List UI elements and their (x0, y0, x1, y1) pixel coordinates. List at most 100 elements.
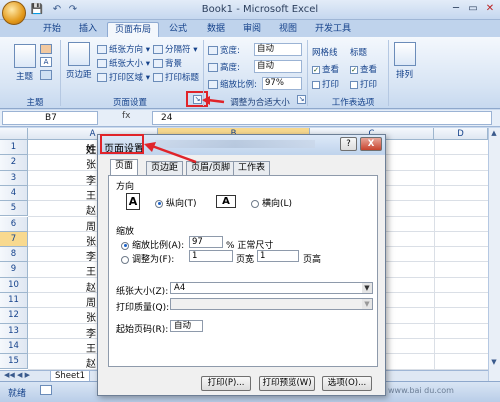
tab-data[interactable]: 数据 (200, 22, 232, 37)
table-cell[interactable]: 周 (86, 294, 96, 309)
undo-icon[interactable]: ↶ (50, 3, 64, 16)
print-area-button[interactable]: 打印区域 ▾ (97, 71, 150, 83)
dialog-tab-sheet[interactable]: 工作表 (233, 161, 271, 175)
table-cell[interactable]: 王 (86, 187, 96, 202)
tab-home[interactable]: 开始 (36, 22, 68, 37)
gridlines-view-checkbox[interactable]: ✓ 查看 (312, 63, 339, 75)
fit-to-radio[interactable]: 调整为(F): (121, 252, 174, 265)
margins-button[interactable]: 页边距 (66, 68, 92, 80)
print-quality-select[interactable] (170, 298, 373, 310)
column-header-d[interactable]: D (434, 128, 488, 140)
name-box[interactable]: B7 (2, 111, 98, 125)
colors-icon[interactable] (40, 44, 52, 54)
table-cell[interactable]: 李 (86, 325, 96, 340)
theme-icon[interactable] (14, 44, 36, 68)
scroll-down-icon[interactable]: ▼ (489, 358, 499, 368)
portrait-radio[interactable]: 纵向(T) (155, 196, 197, 209)
headings-print-checkbox[interactable]: 打印 (350, 78, 377, 90)
fit-wide-spinner[interactable]: 1 (189, 250, 233, 262)
row-header[interactable]: 4 (0, 185, 28, 202)
tab-view[interactable]: 视图 (272, 22, 304, 37)
tab-page-layout[interactable]: 页面布局 (107, 22, 160, 38)
adjust-to-radio[interactable]: 缩放比例(A): (121, 238, 184, 251)
row-header[interactable]: 13 (0, 323, 28, 339)
table-cell[interactable]: 张 (86, 309, 96, 324)
fx-icon[interactable]: fx (122, 111, 131, 121)
arrange-button[interactable]: 排列 (396, 68, 413, 80)
adjust-to-spinner[interactable]: 97 (189, 236, 223, 248)
office-button[interactable] (2, 1, 26, 25)
arrange-icon[interactable] (394, 42, 416, 66)
headings-view-checkbox[interactable]: ✓ 查看 (350, 63, 377, 75)
table-cell[interactable]: 李 (86, 172, 96, 187)
row-header[interactable]: 14 (0, 338, 28, 355)
dialog-tab-page[interactable]: 页面 (110, 159, 139, 176)
print-button[interactable]: 打印(P)... (201, 376, 251, 391)
fonts-icon[interactable]: A (40, 57, 52, 67)
orientation-button[interactable]: 纸张方向 ▾ (97, 43, 150, 55)
help-button[interactable]: ? (340, 137, 357, 151)
checkbox-checked-icon: ✓ (312, 65, 320, 74)
theme-button[interactable]: 主题 (16, 70, 33, 82)
table-cell[interactable]: 姓 (86, 141, 96, 156)
table-cell[interactable]: 张 (86, 233, 96, 248)
breaks-button[interactable]: 分隔符 ▾ (153, 43, 197, 55)
minimize-icon[interactable]: ─ (448, 2, 464, 16)
save-icon[interactable]: 💾 (30, 3, 44, 16)
tab-formulas[interactable]: 公式 (162, 22, 194, 37)
print-titles-button[interactable]: 打印标题 (153, 71, 199, 83)
status-ready: 就绪 (8, 389, 27, 399)
row-header[interactable]: 1 (0, 140, 28, 156)
paper-size-select[interactable]: A4 (170, 282, 373, 294)
redo-icon[interactable]: ↷ (66, 3, 80, 16)
table-cell[interactable]: 王 (86, 340, 96, 355)
annotation-arrow (144, 142, 197, 164)
row-header[interactable]: 2 (0, 155, 28, 171)
scale-spinner[interactable]: 97% (262, 77, 302, 90)
row-header[interactable]: 12 (0, 308, 28, 324)
table-cell[interactable]: 赵 (86, 279, 96, 294)
scroll-up-icon[interactable]: ▲ (489, 129, 499, 139)
margins-icon[interactable] (68, 42, 90, 66)
table-cell[interactable]: 王 (86, 263, 96, 278)
row-header[interactable]: 11 (0, 293, 28, 309)
background-button[interactable]: 背景 (153, 57, 182, 69)
formula-input[interactable]: 24 (152, 111, 492, 125)
table-cell[interactable]: 周 (86, 218, 96, 233)
tab-developer[interactable]: 开发工具 (308, 22, 358, 37)
close-icon[interactable]: ✕ (482, 2, 498, 16)
options-button[interactable]: 选项(O)... (322, 376, 372, 391)
landscape-radio[interactable]: 横向(L) (251, 196, 292, 209)
maximize-icon[interactable]: ▭ (465, 2, 481, 16)
height-combo[interactable]: 自动 (254, 60, 302, 73)
row-header[interactable]: 6 (0, 216, 28, 232)
row-header[interactable]: 7 (0, 231, 28, 248)
table-cell[interactable]: 李 (86, 248, 96, 263)
size-button[interactable]: 纸张大小 ▾ (97, 57, 150, 69)
row-header[interactable]: 10 (0, 277, 28, 293)
tab-insert[interactable]: 插入 (72, 22, 104, 37)
scale-launcher-icon[interactable]: ↘ (297, 95, 306, 104)
width-icon (208, 46, 218, 55)
sheet-nav-icon[interactable]: ◀◀ ◀ ▶ (4, 371, 30, 379)
table-cell[interactable]: 张 (86, 156, 96, 171)
fit-tall-spinner[interactable]: 1 (257, 250, 299, 262)
gridlines-print-checkbox[interactable]: 打印 (312, 78, 339, 90)
row-header[interactable]: 3 (0, 170, 28, 186)
tab-review[interactable]: 审阅 (236, 22, 268, 37)
effects-icon[interactable] (40, 70, 52, 80)
row-header[interactable]: 15 (0, 354, 28, 370)
table-cell[interactable]: 赵 (86, 202, 96, 217)
width-combo[interactable]: 自动 (254, 43, 302, 56)
dialog-tab-panel (108, 175, 378, 367)
dialog-close-button[interactable]: X (360, 137, 382, 151)
row-header[interactable]: 8 (0, 247, 28, 263)
table-cell[interactable]: 赵 (86, 355, 96, 370)
row-header[interactable]: 5 (0, 201, 28, 217)
first-page-input[interactable]: 自动 (170, 320, 203, 332)
select-all-corner[interactable] (0, 128, 28, 140)
macro-record-icon[interactable] (40, 385, 52, 395)
print-preview-button[interactable]: 打印预览(W) (259, 376, 315, 391)
row-header[interactable]: 9 (0, 262, 28, 278)
vertical-scrollbar[interactable] (488, 128, 500, 381)
